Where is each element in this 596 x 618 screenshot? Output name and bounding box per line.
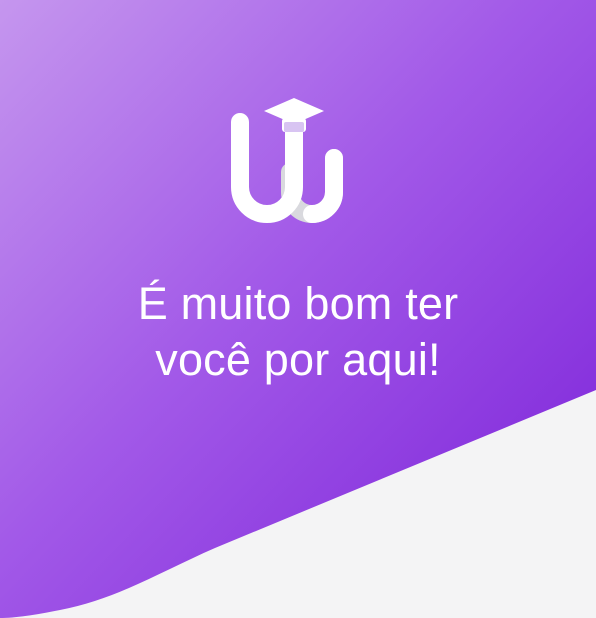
welcome-message: É muito bom ter você por aqui! xyxy=(0,276,596,388)
welcome-line-1: É muito bom ter xyxy=(137,278,459,329)
uw-logo-icon xyxy=(231,98,343,223)
welcome-line-2: você por aqui! xyxy=(155,334,441,385)
welcome-screen: É muito bom ter você por aqui! xyxy=(0,0,596,618)
